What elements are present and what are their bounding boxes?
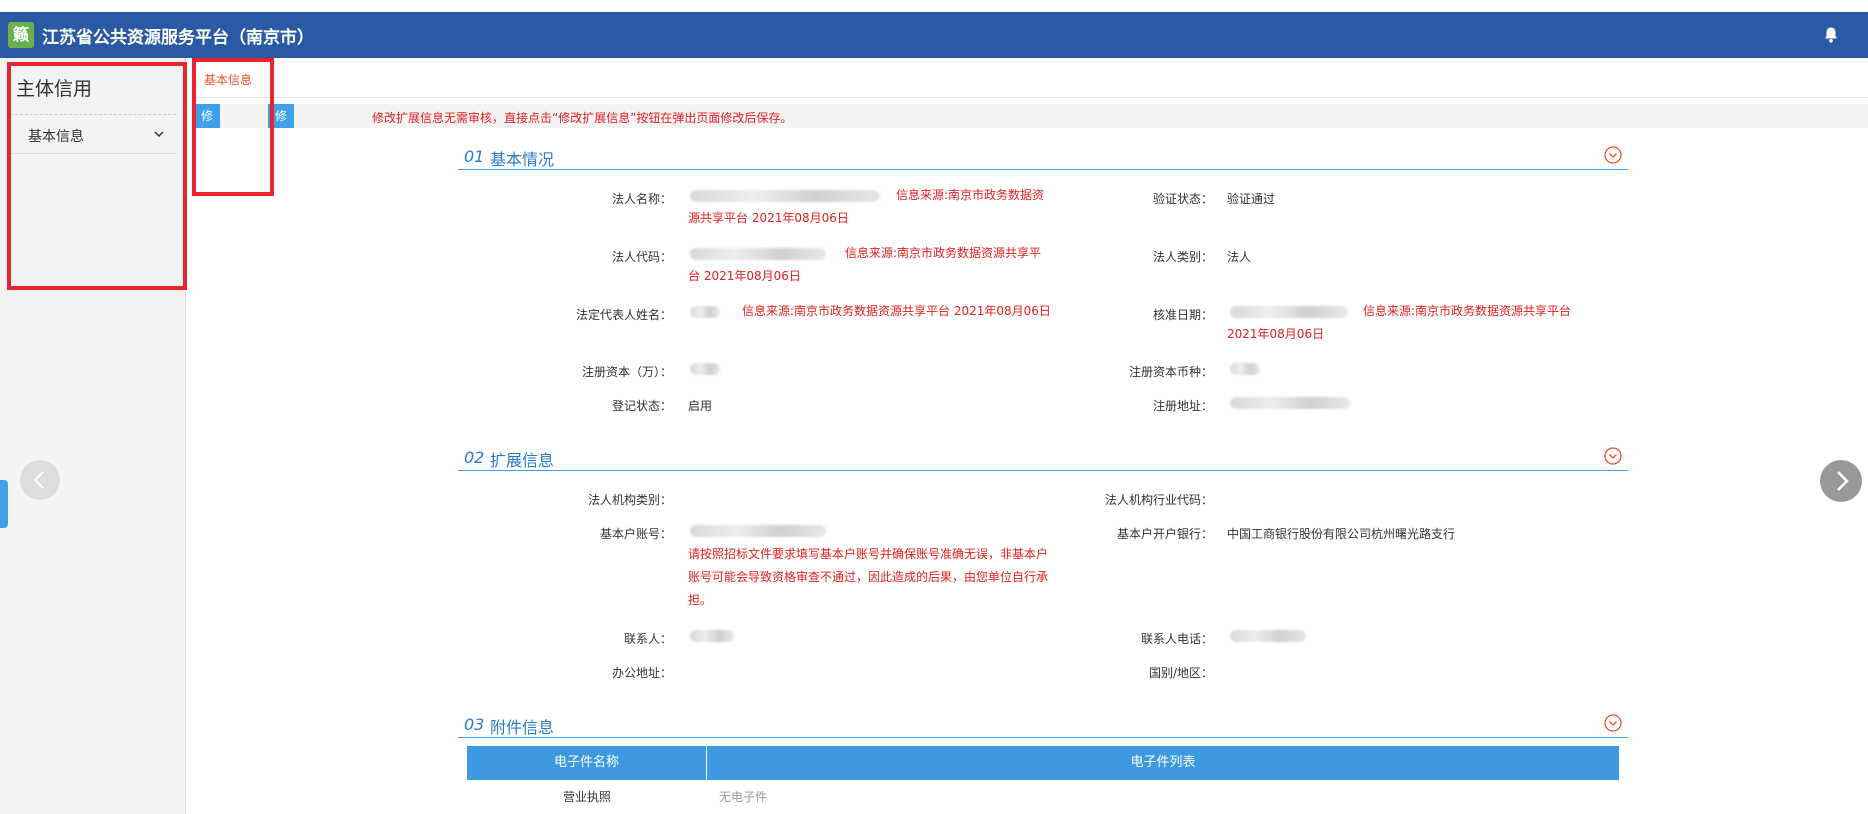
column-header-name: 电子件名称 (467, 746, 707, 780)
collapse-circle-icon[interactable] (1604, 447, 1622, 465)
section-header: 01 基本情况 (458, 140, 1628, 170)
reg-currency-label: 注册资本币种： (1128, 365, 1213, 379)
section-number: 03 (464, 715, 485, 734)
approve-date-label: 核准日期： (1152, 308, 1213, 322)
reg-currency-value-redacted (1230, 363, 1260, 375)
legal-type-label: 法人类别： (1152, 250, 1213, 264)
collapse-circle-icon[interactable] (1604, 714, 1622, 732)
basic-account-warning: 请按照招标文件要求填写基本户账号并确保账号准确无误，非基本户账号可能会导致资格审… (688, 547, 1049, 607)
section-title: 扩展信息 (490, 451, 555, 470)
reg-status-label: 登记状态： (611, 399, 672, 413)
approve-date-source: 信息来源:南京市政务数据资源共享平台 2021年08月06日 (1227, 304, 1572, 341)
bell-icon[interactable] (1822, 26, 1840, 44)
attachments-table: 电子件名称 电子件列表 营业执照 无电子件 (467, 746, 1619, 814)
industry-code-label: 法人机构行业代码： (1104, 493, 1213, 507)
next-page-button[interactable] (1820, 460, 1862, 502)
legal-name-label: 法人名称： (611, 192, 672, 206)
chevron-right-icon (1837, 471, 1849, 491)
attachment-files: 无电子件 (719, 790, 768, 804)
verify-status-value: 验证通过 (1227, 192, 1276, 206)
side-expand-tab[interactable] (0, 480, 8, 528)
tab-strip: 基本信息 (194, 58, 1868, 98)
app-title: 江苏省公共资源服务平台（南京市） (42, 27, 314, 48)
section-title: 附件信息 (490, 718, 555, 737)
app-logo: 籁 (8, 22, 34, 48)
attachment-name: 营业执照 (562, 790, 611, 804)
browser-top-strip (0, 0, 1868, 12)
bank-label: 基本户开户银行： (1116, 527, 1213, 541)
table-row: 营业执照 无电子件 (467, 780, 1619, 814)
legal-type-value: 法人 (1227, 250, 1252, 264)
basic-account-label: 基本户账号： (599, 527, 672, 541)
bank-value: 中国工商银行股份有限公司杭州曙光路支行 (1227, 527, 1456, 541)
reg-address-label: 注册地址： (1152, 399, 1213, 413)
contact-value-redacted (690, 630, 734, 642)
org-type-label: 法人机构类别： (587, 493, 672, 507)
legal-rep-label: 法定代表人姓名： (575, 308, 672, 322)
column-header-files: 电子件列表 (1130, 755, 1196, 770)
contact-phone-value-redacted (1230, 630, 1306, 642)
collapse-circle-icon[interactable] (1604, 146, 1622, 164)
verify-status-label: 验证状态： (1152, 192, 1213, 206)
section-header: 03 附件信息 (458, 708, 1628, 738)
legal-code-label: 法人代码： (611, 250, 672, 264)
app-header: 籁 江苏省公共资源服务平台（南京市） (0, 12, 1868, 58)
chevron-left-icon (33, 471, 44, 489)
highlight-box-sidebar (7, 62, 187, 290)
table-header: 电子件名称 电子件列表 (467, 746, 1619, 780)
reg-address-value-redacted (1230, 397, 1350, 409)
section-attachments: 03 附件信息 (458, 708, 1628, 738)
reg-status-value: 启用 (688, 399, 713, 413)
toolbar-hint: 修改扩展信息无需审核，直接点击“修改扩展信息”按钮在弹出页面修改后保存。 (372, 111, 793, 125)
legal-rep-source: 信息来源:南京市政务数据资源共享平台 2021年08月06日 (742, 304, 1051, 318)
basic-account-value-redacted (690, 525, 826, 537)
reg-capital-value-redacted (690, 363, 720, 375)
office-address-label: 办公地址： (611, 666, 672, 680)
prev-page-button[interactable] (20, 460, 60, 500)
legal-rep-value-redacted (690, 306, 720, 318)
reg-capital-label: 注册资本（万）： (581, 365, 672, 379)
section-number: 02 (464, 448, 485, 467)
section-extended: 02 扩展信息 (458, 441, 1628, 471)
country-label: 国别/地区： (1148, 666, 1213, 680)
highlight-box-tab (192, 58, 274, 196)
section-number: 01 (464, 147, 485, 166)
contact-phone-label: 联系人电话： (1140, 632, 1213, 646)
contact-label: 联系人： (623, 632, 672, 646)
section-basic: 01 基本情况 (458, 140, 1628, 170)
legal-name-source: 信息来源:南京市政务数据资源共享平台 2021年08月06日 (688, 188, 1045, 225)
legal-code-source: 信息来源:南京市政务数据资源共享平台 2021年08月06日 (688, 246, 1042, 283)
section-header: 02 扩展信息 (458, 441, 1628, 471)
section-title: 基本情况 (490, 150, 555, 169)
